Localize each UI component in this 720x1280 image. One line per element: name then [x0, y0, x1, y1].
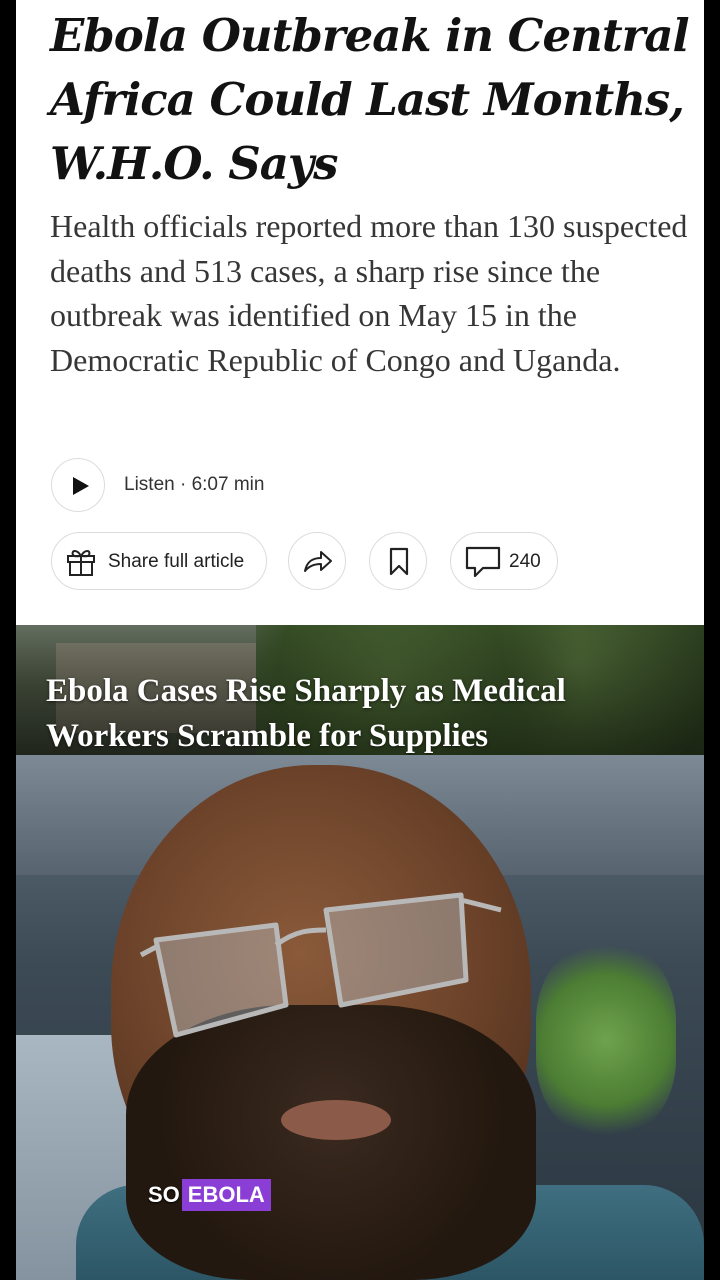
listen-play-button[interactable] — [51, 458, 105, 512]
article-summary: Health officials reported more than 130 … — [50, 208, 688, 378]
play-icon — [73, 477, 89, 495]
comment-bubble-icon — [465, 546, 501, 578]
article-card: Ebola Outbreak in Central Africa Could L… — [16, 0, 704, 625]
comment-count: 240 — [509, 551, 541, 572]
comments-button[interactable]: 240 — [450, 532, 558, 590]
share-full-article-button[interactable]: Share full article — [51, 532, 267, 590]
caption-highlight-word: EBOLA — [181, 1179, 271, 1211]
hero-caption: Ebola Cases Rise Sharply as Medical Work… — [46, 673, 566, 754]
bookmark-button[interactable] — [369, 532, 427, 590]
article-headline: Ebola Outbreak in Central Africa Could L… — [50, 9, 690, 190]
eyeglasses — [139, 892, 502, 1038]
forward-button[interactable] — [288, 532, 346, 590]
bookmark-icon — [389, 547, 409, 576]
forward-arrow-icon — [304, 551, 332, 572]
video-caption: SO EBOLA — [146, 1179, 271, 1211]
caption-word: SO — [148, 1182, 180, 1207]
gift-icon — [67, 550, 95, 576]
share-label: Share full article — [108, 551, 245, 572]
listen-duration[interactable]: Listen · 6:07 min — [124, 474, 264, 496]
speaker-mouth — [281, 1100, 391, 1140]
video-frame: SO EBOLA — [16, 755, 704, 1280]
window-foliage — [536, 945, 676, 1135]
hero-image: Ebola Cases Rise Sharply as Medical Work… — [16, 625, 704, 755]
